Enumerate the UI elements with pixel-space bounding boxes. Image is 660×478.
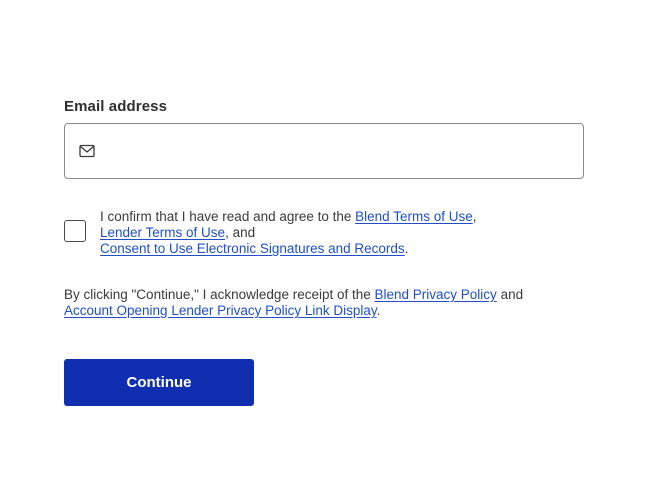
lender-terms-link[interactable]: Lender Terms of Use (100, 225, 225, 240)
esign-consent-link[interactable]: Consent to Use Electronic Signatures and… (100, 241, 405, 256)
email-field[interactable] (64, 123, 584, 179)
ack-separator: and (496, 287, 524, 302)
consent-separator: , and (225, 225, 256, 240)
blend-terms-link[interactable]: Blend Terms of Use (355, 209, 473, 224)
lender-privacy-link[interactable]: Account Opening Lender Privacy Policy Li… (64, 303, 377, 318)
ack-prefix: By clicking "Continue," I acknowledge re… (64, 287, 375, 302)
email-input[interactable] (109, 124, 569, 178)
consent-checkbox[interactable] (64, 220, 86, 242)
continue-button[interactable]: Continue (64, 359, 254, 406)
email-label: Email address (64, 98, 168, 115)
consent-separator: , (472, 209, 477, 224)
blend-privacy-link[interactable]: Blend Privacy Policy (375, 287, 497, 302)
acknowledgement-text: By clicking "Continue," I acknowledge re… (64, 287, 584, 319)
consent-suffix: . (404, 241, 409, 256)
consent-text: I confirm that I have read and agree to … (100, 209, 530, 257)
mail-icon (79, 144, 95, 158)
consent-prefix: I confirm that I have read and agree to … (100, 209, 356, 224)
ack-suffix: . (376, 303, 381, 318)
